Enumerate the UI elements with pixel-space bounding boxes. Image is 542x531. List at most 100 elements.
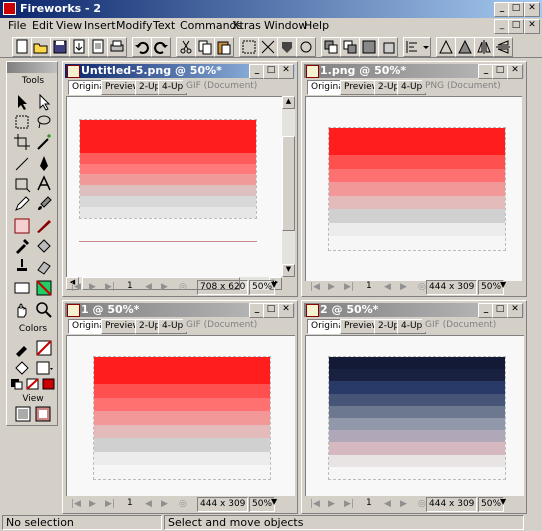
prev-frame-icon[interactable]: ◀ [145, 499, 152, 509]
pen-tool-icon[interactable] [34, 154, 54, 174]
image-canvas[interactable] [93, 356, 271, 480]
loop-icon[interactable]: ◎ [179, 282, 187, 292]
first-frame-icon[interactable]: |◀ [310, 282, 320, 292]
play-icon[interactable]: ▶ [89, 282, 96, 292]
document-window[interactable]: 1 @ 50%* _ □ ✕ Original Preview 2-Up 4-Up GI… [62, 300, 298, 514]
menu-view[interactable]: View [56, 19, 82, 32]
menu-help[interactable]: Help [304, 19, 329, 32]
play-icon[interactable]: ▶ [89, 499, 96, 509]
first-frame-icon[interactable]: |◀ [310, 499, 320, 509]
last-frame-icon[interactable]: ▶| [105, 282, 115, 292]
first-frame-icon[interactable]: |◀ [71, 282, 81, 292]
align-dropdown-icon[interactable] [403, 37, 431, 57]
scroll-down-icon[interactable]: ▼ [282, 264, 295, 277]
menu-text[interactable]: Text [153, 19, 175, 32]
stroke-color-swatch[interactable] [34, 338, 54, 358]
paste-icon[interactable] [214, 37, 234, 57]
image-canvas[interactable] [328, 356, 506, 480]
document-title-bar[interactable]: 1 @ 50%* _ □ ✕ [65, 303, 295, 318]
zoom-tool-icon[interactable] [34, 300, 54, 320]
scroll-up-icon[interactable]: ▲ [282, 96, 295, 109]
open-file-icon[interactable] [31, 37, 51, 57]
next-frame-icon[interactable]: ▶ [161, 282, 168, 292]
menu-edit[interactable]: Edit [32, 19, 53, 32]
flip-vertical-icon[interactable] [493, 37, 513, 57]
document-title-bar[interactable]: Untitled-5.png @ 50%* _ □ ✕ [65, 64, 295, 79]
rubber-stamp-tool-icon[interactable] [12, 256, 32, 276]
play-icon[interactable]: ▶ [328, 282, 335, 292]
brush-tool-icon[interactable] [34, 194, 54, 214]
group-icon[interactable] [239, 37, 259, 57]
menu-window[interactable]: Window [264, 19, 307, 32]
line-tool-icon[interactable] [12, 154, 32, 174]
document-maximize-button[interactable]: □ [492, 64, 508, 79]
import-icon[interactable] [69, 37, 89, 57]
document-title-bar[interactable]: 1.png @ 50%* _ □ ✕ [304, 64, 524, 79]
swap-colors-icon[interactable] [42, 378, 56, 390]
document-close-button[interactable]: ✕ [507, 303, 523, 318]
stroke-color-icon[interactable] [12, 338, 32, 358]
menu-xtras[interactable]: Xtras [232, 19, 261, 32]
slice-tool-icon[interactable] [34, 278, 54, 298]
close-button[interactable]: ✕ [524, 2, 540, 17]
pencil-tool-icon[interactable] [12, 194, 32, 214]
ungroup-icon[interactable] [258, 37, 278, 57]
hotspot-tool-icon[interactable] [12, 278, 32, 298]
eraser-tool-icon[interactable] [34, 256, 54, 276]
image-canvas[interactable] [328, 127, 506, 251]
default-colors-icon[interactable] [10, 378, 24, 390]
last-frame-icon[interactable]: ▶| [105, 499, 115, 509]
next-frame-icon[interactable]: ▶ [161, 499, 168, 509]
document-close-button[interactable]: ✕ [507, 64, 523, 79]
fill-color-swatch[interactable] [34, 358, 54, 378]
canvas-area[interactable] [305, 96, 522, 281]
document-window[interactable]: 1.png @ 50%* _ □ ✕ Original Preview 2-Up 4-… [301, 61, 527, 297]
knife-tool-icon[interactable] [34, 216, 54, 236]
menu-modify[interactable]: Modify [116, 19, 152, 32]
rotate-right-icon[interactable] [455, 37, 475, 57]
vertical-scrollbar[interactable]: ▲ ▼ [282, 96, 295, 277]
cut-icon[interactable] [176, 37, 196, 57]
loop-icon[interactable]: ◎ [179, 499, 187, 509]
bring-forward-icon[interactable] [340, 37, 360, 57]
rectangle-tool-icon[interactable] [12, 174, 32, 194]
prev-frame-icon[interactable]: ◀ [384, 282, 391, 292]
document-maximize-button[interactable]: □ [263, 303, 279, 318]
zoom-dropdown-icon[interactable]: ▼ [500, 497, 506, 506]
zoom-dropdown-icon[interactable]: ▼ [271, 497, 277, 506]
standard-screen-mode-icon[interactable] [15, 406, 31, 422]
split-icon[interactable] [296, 37, 316, 57]
document-window[interactable]: 2 @ 50%* _ □ ✕ Original Preview 2-Up 4-Up GI… [301, 300, 527, 514]
maximize-button[interactable]: □ [508, 2, 524, 17]
last-frame-icon[interactable]: ▶| [344, 499, 354, 509]
canvas-area[interactable] [66, 96, 283, 278]
doc-restore-button[interactable]: □ [508, 19, 524, 34]
document-window[interactable]: Untitled-5.png @ 50%* _ □ ✕ Original Prev… [62, 61, 298, 297]
full-screen-mode-icon[interactable] [35, 406, 51, 422]
scroll-thumb[interactable] [282, 136, 295, 231]
undo-icon[interactable] [132, 37, 152, 57]
next-frame-icon[interactable]: ▶ [400, 499, 407, 509]
document-title-bar[interactable]: 2 @ 50%* _ □ ✕ [304, 303, 524, 318]
zoom-dropdown-icon[interactable]: ▼ [271, 280, 277, 289]
paint-bucket-tool-icon[interactable] [34, 236, 54, 256]
eyedropper-tool-icon[interactable] [12, 236, 32, 256]
subselect-tool-icon[interactable] [34, 92, 54, 112]
next-frame-icon[interactable]: ▶ [400, 282, 407, 292]
prev-frame-icon[interactable]: ◀ [384, 499, 391, 509]
canvas-area[interactable] [305, 335, 524, 496]
document-close-button[interactable]: ✕ [278, 64, 294, 79]
magic-wand-tool-icon[interactable] [34, 132, 54, 152]
document-maximize-button[interactable]: □ [492, 303, 508, 318]
no-color-icon[interactable] [26, 378, 40, 390]
image-canvas[interactable] [79, 119, 257, 219]
flip-horizontal-icon[interactable] [474, 37, 494, 57]
send-to-back-icon[interactable] [378, 37, 398, 57]
play-icon[interactable]: ▶ [328, 499, 335, 509]
redo-icon[interactable] [151, 37, 171, 57]
new-file-icon[interactable] [12, 37, 32, 57]
fill-color-icon[interactable] [12, 358, 32, 378]
print-icon[interactable] [107, 37, 127, 57]
send-backward-icon[interactable] [359, 37, 379, 57]
text-tool-icon[interactable] [34, 174, 54, 194]
